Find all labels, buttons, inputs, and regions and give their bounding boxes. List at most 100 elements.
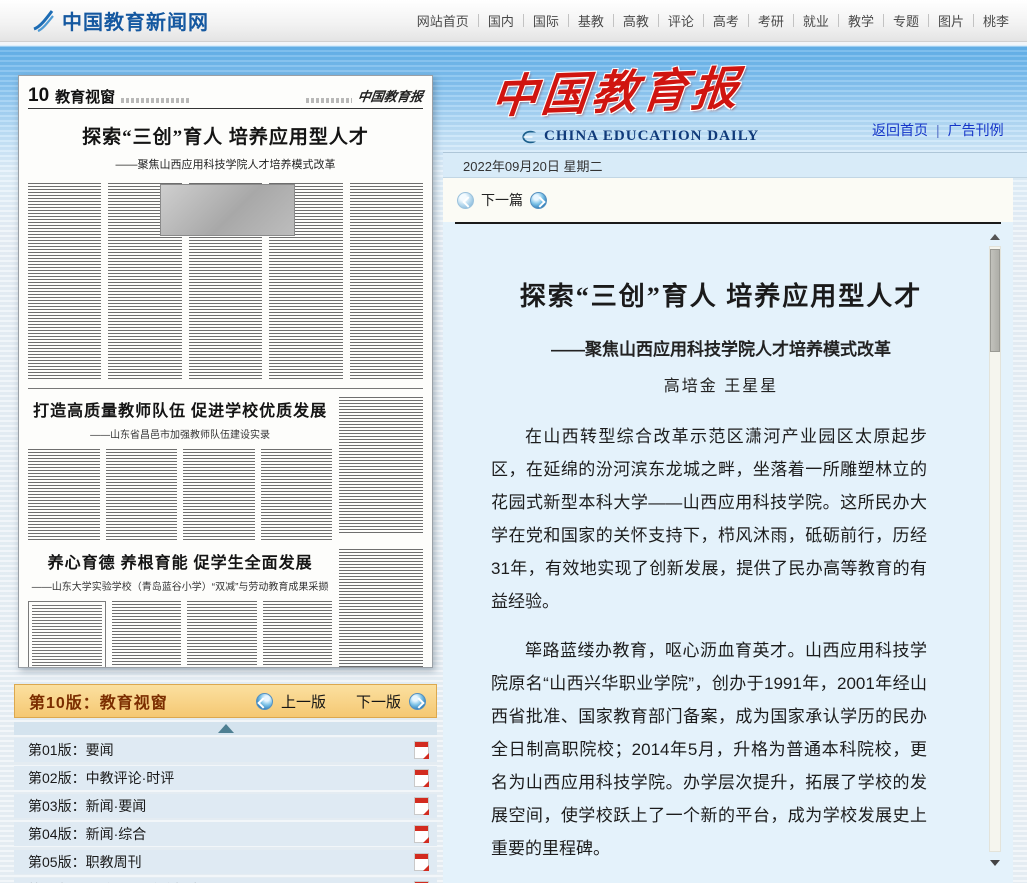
date-text: 2022年09月20日 星期二 [463,156,602,175]
next-edition-icon[interactable] [409,693,426,710]
back-home-link[interactable]: 返回首页 [872,120,928,140]
edition-bar: 第10版：教育视窗 上一版 下一版 [14,684,437,718]
scan-headline-1: 探索“三创”育人 培养应用型人才 [28,122,423,149]
nav-item-teaching[interactable]: 教学 [848,11,874,30]
nav-item-home[interactable]: 网站首页 [417,11,469,30]
nav-item-international[interactable]: 国际 [533,11,559,30]
scan-header-rule [28,108,423,109]
pdf-icon[interactable] [414,769,429,787]
article-scrollbar[interactable] [988,234,1002,866]
nav-separator [748,14,749,27]
site-logo-text: 中国教育新闻网 [62,6,209,35]
nav-separator [568,14,569,27]
nav-separator [973,14,974,27]
paper-masthead[interactable]: 中国教育报 CHINA EDUCATION DAILY [492,56,759,145]
scan-boxed-text [28,601,106,668]
scan-headline-2: 打造高质量教师队伍 促进学校优质发展 [28,397,332,421]
masthead-links: 返回首页 | 广告刊例 [872,120,1004,140]
nav-item-higher-edu[interactable]: 高教 [623,11,649,30]
edition-row-03[interactable]: 第03版：新闻·要闻 [14,794,437,818]
nav-separator [523,14,524,27]
edition-row-05[interactable]: 第05版：职教周刊 [14,850,437,874]
scrollbar-up-arrow[interactable] [990,234,1000,240]
nav-item-domestic[interactable]: 国内 [488,11,514,30]
next-article-link[interactable]: 下一篇 [481,190,523,210]
top-nav-menu: 网站首页 国内 国际 基教 高教 评论 高考 考研 就业 教学 专题 图片 桃李 [417,11,1009,30]
edition-row-label: 第03版：新闻·要闻 [28,796,146,816]
edition-row-label: 第01版：要闻 [28,740,114,760]
article-authors: 高培金 王星星 [443,372,999,396]
article-paragraph: 筚路蓝缕办教育，呕心沥血育英才。山西应用科技学院原名“山西兴华职业学院”，创办于… [491,634,927,865]
scan-date-info-strip [306,98,352,103]
article-paragraph: 在山西转型综合改革示范区潇河产业园区太原起步区，在延绵的汾河滨东龙城之畔，坐落着… [491,420,927,618]
scan-masthead-small: 中国教育报 [357,86,425,105]
site-logo-icon [30,9,56,33]
scan-article-2: 打造高质量教师队伍 促进学校优质发展 ——山东省昌邑市加强教师队伍建设实录 [28,397,423,541]
edition-row-04[interactable]: 第04版：新闻·综合 [14,822,437,846]
pdf-icon[interactable] [414,853,429,871]
nav-item-kaoyan[interactable]: 考研 [758,11,784,30]
edition-row-01[interactable]: 第01版：要闻 [14,738,437,762]
prev-edition-button[interactable]: 上一版 [281,691,326,712]
scan-text-column [263,601,333,668]
nav-separator [613,14,614,27]
nav-separator [883,14,884,27]
next-article-icon[interactable] [530,192,547,209]
next-edition-button[interactable]: 下一版 [356,691,401,712]
ad-rates-link[interactable]: 广告刊例 [948,120,1004,140]
scan-text-column [187,601,257,668]
scan-photo [160,184,294,236]
nav-separator [478,14,479,27]
article-title: 探索“三创”育人 培养应用型人才 [443,276,999,313]
scan-page-number: 10 [28,86,49,105]
newspaper-page-scan[interactable]: 10 教育视窗 中国教育报 探索“三创”育人 培养应用型人才 ——聚焦山西应用科… [18,75,433,668]
scan-divider [28,388,423,389]
edition-row-label: 第05版：职教周刊 [28,852,142,872]
scrollbar-down-arrow[interactable] [990,860,1000,866]
scrollbar-thumb[interactable] [990,249,1000,352]
pdf-icon[interactable] [414,825,429,843]
article-paragraphs: 在山西转型综合改革示范区潇河产业园区太原起步区，在延绵的汾河滨东龙城之畔，坐落着… [491,420,927,883]
prev-article-icon[interactable] [457,192,474,209]
nav-item-comment[interactable]: 评论 [668,11,694,30]
scan-text-column [183,449,255,541]
scrollbar-track[interactable] [989,246,1001,852]
scan-text-column [350,183,423,379]
article-subtitle: ——聚焦山西应用科技学院人才培养模式改革 [443,335,999,360]
scan-article-3: 养心育德 养根育能 促学生全面发展 ——山东大学实验学校（青岛蓝谷小学）“双减”… [28,549,423,668]
scan-article-1-columns [28,183,423,379]
article-nav-strip: 下一篇 [443,178,1013,222]
nav-item-pictures[interactable]: 图片 [938,11,964,30]
current-edition-label: 第10版：教育视窗 [29,689,168,713]
edition-row-06[interactable]: 第06版：职教周刊·教改探索 [14,878,437,883]
nav-item-jobs[interactable]: 就业 [803,11,829,30]
article-body: 探索“三创”育人 培养应用型人才 ——聚焦山西应用科技学院人才培养模式改革 高培… [443,224,999,883]
scan-text-column [112,601,182,668]
pdf-icon[interactable] [414,741,429,759]
prev-edition-icon[interactable] [256,693,273,710]
scan-text-column [339,397,423,535]
edition-list: 第01版：要闻 第02版：中教评论·时评 第03版：新闻·要闻 第04版：新闻·… [14,738,437,883]
edition-row-label: 第04版：新闻·综合 [28,824,146,844]
nav-item-taoli[interactable]: 桃李 [983,11,1009,30]
edition-row-02[interactable]: 第02版：中教评论·时评 [14,766,437,790]
nav-separator [928,14,929,27]
scan-subtitle-3: ——山东大学实验学校（青岛蓝谷小学）“双减”与劳动教育成果采撷 [28,578,332,593]
nav-separator [703,14,704,27]
date-bar: 2022年09月20日 星期二 [443,152,1027,178]
nav-item-gaokao[interactable]: 高考 [713,11,739,30]
scan-text-column [261,449,333,541]
nav-item-special[interactable]: 专题 [893,11,919,30]
scan-subtitle-2: ——山东省昌邑市加强教师队伍建设实录 [28,426,332,441]
collapse-list-control[interactable] [14,722,437,735]
scan-subtitle-1: ——聚焦山西应用科技学院人才培养模式改革 [28,156,423,172]
scan-text-column [339,549,423,668]
scan-text-column [28,183,101,379]
article-panel: 下一篇 探索“三创”育人 培养应用型人才 ——聚焦山西应用科技学院人才培养模式改… [443,178,1013,883]
site-logo[interactable]: 中国教育新闻网 [30,6,209,35]
scan-text-column [106,449,178,541]
nav-separator [838,14,839,27]
pdf-icon[interactable] [414,797,429,815]
nav-item-basic-edu[interactable]: 基教 [578,11,604,30]
scan-page-header: 10 教育视窗 中国教育报 [28,86,423,105]
